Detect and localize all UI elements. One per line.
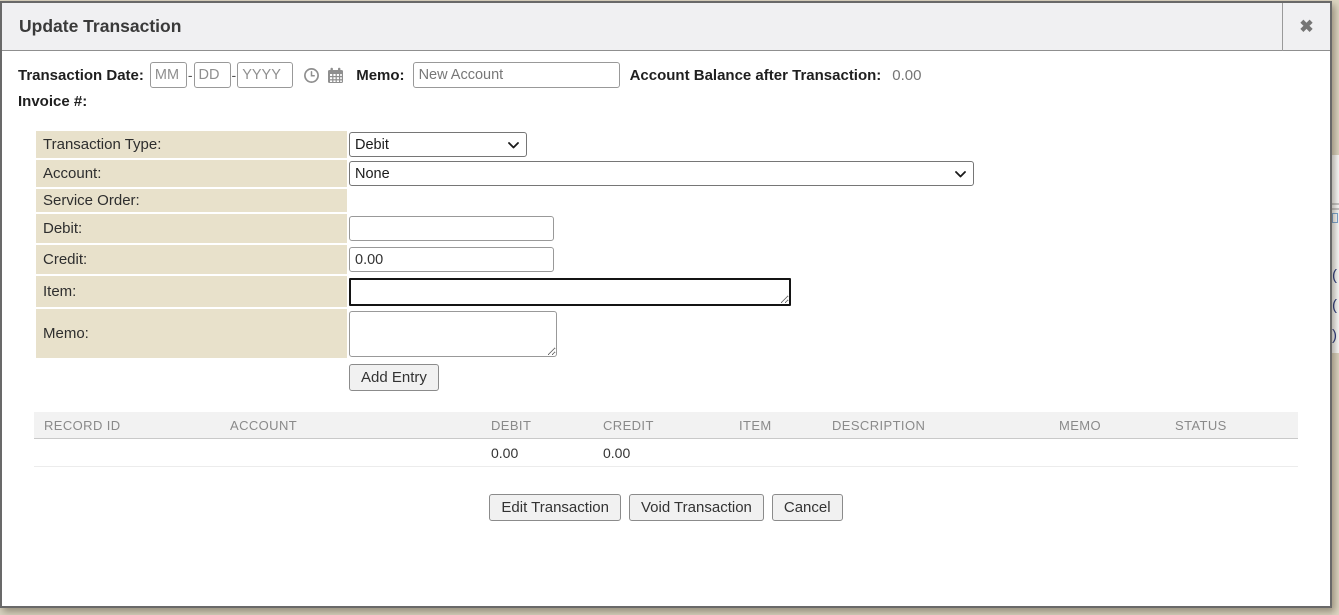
service-order-row: Service Order: [36,189,1314,212]
column-header-debit: DEBIT [475,418,587,433]
memo-input[interactable] [349,311,557,357]
account-select[interactable]: None [349,161,974,186]
close-button[interactable]: ✖ [1282,3,1330,51]
invoice-number-label: Invoice #: [18,93,87,110]
column-header-record-id: RECORD ID [34,418,214,433]
date-separator: - [232,67,237,83]
item-input[interactable] [349,278,791,306]
column-header-memo: MEMO [1043,418,1159,433]
cell-debit: 0.00 [475,445,587,461]
memo-top-label: Memo: [356,67,404,84]
column-header-status: STATUS [1159,418,1334,433]
background-text-fragment: ) [1332,328,1339,343]
calendar-icon[interactable] [327,67,344,84]
dialog-title: Update Transaction [2,16,1282,37]
date-year-input[interactable] [237,62,293,88]
edit-transaction-button[interactable]: Edit Transaction [489,494,621,521]
close-icon: ✖ [1299,17,1313,37]
date-separator: - [188,67,193,83]
clock-icon[interactable] [303,67,320,84]
column-header-description: DESCRIPTION [816,418,1043,433]
transaction-type-row: Transaction Type: Debit [36,131,1314,158]
date-month-input[interactable] [150,62,187,88]
service-order-label: Service Order: [36,189,347,212]
column-header-item: ITEM [723,418,816,433]
column-header-account: ACCOUNT [214,418,475,433]
memo-row: Memo: [36,309,1314,358]
background-text-fragment: ( [1332,298,1339,313]
transaction-type-select[interactable]: Debit [349,132,527,157]
transaction-type-label: Transaction Type: [36,131,347,158]
background-text-fragment: ( [1332,268,1339,283]
add-entry-button[interactable]: Add Entry [349,364,439,391]
entry-form: Transaction Type: Debit Account: [36,131,1314,391]
transaction-date-row: Transaction Date: - - [18,61,1314,89]
dialog-footer: Edit Transaction Void Transaction Cancel [18,494,1314,521]
entries-table: RECORD ID ACCOUNT DEBIT CREDIT ITEM DESC… [34,412,1298,467]
transaction-memo-input[interactable] [413,62,620,88]
item-label: Item: [36,276,347,307]
item-row: Item: [36,276,1314,307]
entries-table-header: RECORD ID ACCOUNT DEBIT CREDIT ITEM DESC… [34,412,1298,438]
dialog-content: Transaction Date: - - [2,51,1330,521]
credit-input[interactable] [349,247,554,272]
column-header-credit: CREDIT [587,418,723,433]
transaction-date-label: Transaction Date: [18,67,144,84]
memo-label: Memo: [36,309,347,358]
account-balance-value: 0.00 [892,67,921,84]
dialog-titlebar: Update Transaction ✖ [2,3,1330,51]
invoice-row: Invoice #: [18,93,1314,115]
update-transaction-dialog: Update Transaction ✖ Transaction Date: -… [0,1,1332,608]
background-line-fragment [1332,203,1339,205]
table-row[interactable]: 0.00 0.00 [34,438,1298,467]
account-balance-label: Account Balance after Transaction: [630,67,882,84]
date-day-input[interactable] [194,62,231,88]
void-transaction-button[interactable]: Void Transaction [629,494,764,521]
cell-credit: 0.00 [587,445,723,461]
account-row: Account: None [36,160,1314,187]
background-page-fragment: ( ( ) [1332,155,1339,353]
credit-row: Credit: [36,245,1314,274]
credit-label: Credit: [36,245,347,274]
cancel-button[interactable]: Cancel [772,494,843,521]
debit-row: Debit: [36,214,1314,243]
background-line-fragment [1332,208,1339,210]
debit-label: Debit: [36,214,347,243]
background-page-sliver: ( ( ) [1332,0,1339,615]
background-field-fragment [1332,213,1338,223]
account-label: Account: [36,160,347,187]
debit-input[interactable] [349,216,554,241]
